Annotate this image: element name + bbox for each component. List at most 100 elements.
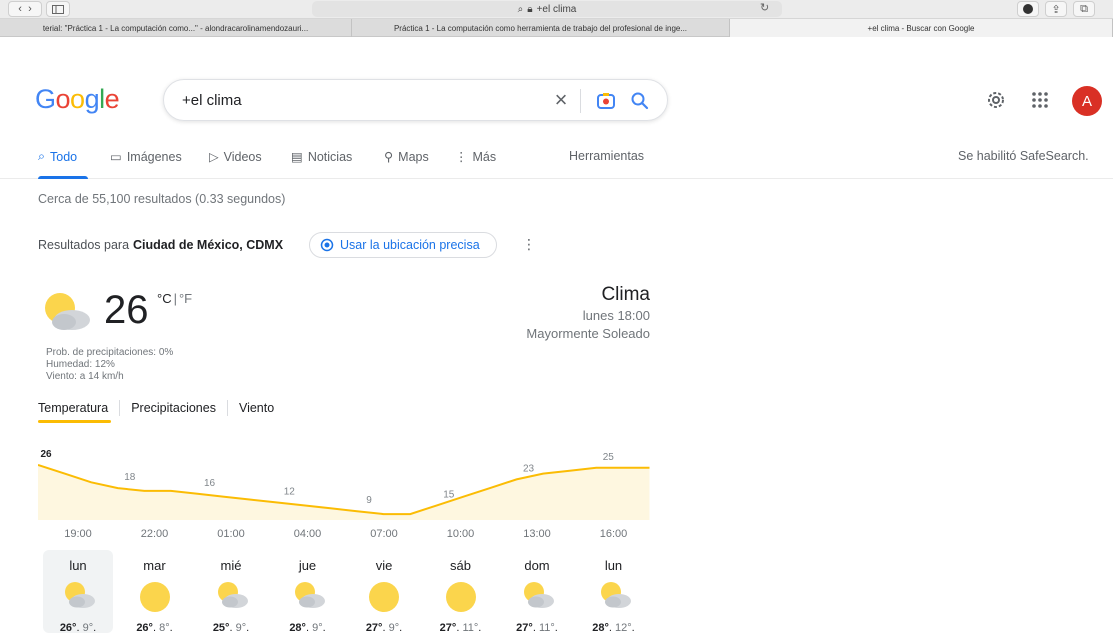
partly-cloudy-icon (214, 580, 248, 615)
map-pin-icon: ⚲ (384, 150, 394, 164)
weather-details: Prob. de precipitaciones: 0% Humedad: 12… (46, 347, 173, 383)
reload-icon[interactable]: ↻ (760, 1, 769, 14)
chevron-left-icon[interactable]: ‹ (18, 3, 22, 15)
tab-clima[interactable]: +el clima - Buscar con Google (730, 19, 1113, 37)
tab-practica-feedback[interactable]: terial: "Práctica 1 - La computación com… (0, 19, 352, 37)
low-temp: 12° (615, 622, 632, 634)
google-logo[interactable]: Google (35, 84, 120, 115)
forecast-day[interactable]: sáb 27°. 11°. (426, 550, 496, 634)
partly-cloudy-icon (597, 580, 631, 615)
day-temps: 27°. 9°. (365, 622, 403, 634)
fahrenheit-toggle[interactable]: °F (179, 291, 192, 306)
temperature-label: 23 (523, 463, 535, 474)
partly-cloudy-icon (520, 580, 554, 615)
tabs-icon: ⧉ (1080, 2, 1088, 15)
high-temp: 28° (289, 622, 306, 634)
low-temp: 9° (312, 622, 323, 634)
search-divider (580, 89, 581, 113)
apps-grid-icon[interactable] (1031, 91, 1049, 109)
low-temp: 11° (462, 622, 479, 634)
forecast-day[interactable]: jue 28°. 9°. (273, 550, 343, 634)
camera-icon[interactable] (596, 91, 616, 111)
day-name: jue (298, 558, 317, 573)
lock-icon: 🔒︎ (527, 3, 533, 15)
tabs-overview-button[interactable]: ⧉ (1073, 1, 1095, 17)
avatar[interactable]: A (1072, 86, 1102, 116)
celsius-toggle[interactable]: °C (157, 291, 172, 306)
weather-condition: Mayormente Soleado (526, 326, 650, 341)
chevron-right-icon[interactable]: › (28, 3, 32, 15)
humidity: Humedad: 12% (46, 359, 115, 370)
temperature-label: 16 (204, 478, 216, 489)
high-temp: 28° (592, 622, 609, 634)
sidebar-icon (52, 4, 64, 14)
sidebar-button[interactable] (46, 1, 70, 17)
tab-mas[interactable]: ⋮ Más (455, 149, 496, 165)
search-input[interactable]: +el clima (182, 92, 242, 109)
high-temp: 26° (136, 622, 153, 634)
hour-tick: 04:00 (293, 528, 322, 540)
day-temps: 28°. 9°. (289, 622, 326, 634)
sunny-icon (367, 580, 401, 619)
low-temp: 11° (538, 622, 555, 634)
tab-viento[interactable]: Viento (226, 400, 285, 416)
forecast-day[interactable]: lun 26°. 9°. (43, 550, 113, 634)
weather-time: lunes 18:00 (582, 308, 650, 323)
hour-tick: 16:00 (599, 528, 628, 540)
tab-practica[interactable]: Práctica 1 - La computación como herrami… (352, 19, 730, 37)
address-bar[interactable]: ⌕ 🔒︎ +el clima (312, 1, 782, 17)
tab-noticias[interactable]: ▤ Noticias (291, 149, 352, 165)
daily-forecast: lun 26°. 9°. mar 26°. 8°. mié 25°. 9°. jue 28°.… (38, 550, 650, 634)
sunny-icon (444, 580, 478, 619)
tab-imagenes[interactable]: ▭ Imágenes (110, 149, 182, 165)
more-vert-icon: ⋮ (455, 150, 468, 164)
precise-location-button[interactable]: Usar la ubicación precisa (309, 232, 497, 258)
forecast-day[interactable]: vie 27°. 9°. (349, 550, 419, 634)
tab-maps[interactable]: ⚲ Maps (384, 149, 429, 165)
search-icon: ⌕ (517, 3, 524, 15)
forecast-day[interactable]: mié 25°. 9°. (196, 550, 266, 634)
share-icon: ⇪ (1051, 3, 1061, 16)
hour-tick: 22:00 (140, 528, 169, 540)
partly-cloudy-icon (291, 580, 325, 615)
hour-tick: 10:00 (446, 528, 475, 540)
forecast-day[interactable]: lun 28°. 12°. (579, 550, 649, 634)
tab-bar: terial: "Práctica 1 - La computación com… (0, 19, 1113, 37)
location-line: Resultados para Ciudad de México, CDMX (38, 238, 284, 252)
temperature-label: 25 (603, 452, 615, 463)
day-name: dom (524, 558, 550, 573)
downloads-button[interactable] (1017, 1, 1039, 17)
forecast-day[interactable]: dom 27°. 11°. (502, 550, 572, 634)
location-name: Ciudad de México, CDMX (133, 238, 284, 252)
high-temp: 27° (516, 622, 533, 634)
search-box[interactable]: +el clima × (163, 79, 668, 121)
wind: Viento: a 14 km/h (46, 371, 124, 382)
low-temp: 9° (388, 622, 400, 634)
high-temp: 25° (212, 622, 230, 634)
gear-icon[interactable] (985, 89, 1007, 111)
high-temp: 27° (439, 622, 457, 634)
tab-todo[interactable]: ⌕ Todo (38, 149, 77, 164)
tab-precipitaciones[interactable]: Precipitaciones (119, 400, 227, 416)
weather-title: Clima (601, 284, 650, 305)
image-icon: ▭ (110, 150, 122, 164)
tab-videos[interactable]: ▷ Videos (209, 149, 262, 165)
share-button[interactable]: ⇪ (1045, 1, 1067, 17)
forecast-day[interactable]: mar 26°. 8°. (120, 550, 190, 634)
day-name: lun (604, 558, 623, 573)
search-icon[interactable] (630, 91, 650, 111)
tools-button[interactable]: Herramientas (569, 149, 644, 163)
temperature-label: 18 (124, 472, 136, 483)
day-name: mié (220, 558, 242, 573)
more-options-icon[interactable]: ⋮ (522, 236, 536, 253)
browser-toolbar: ‹ › ⌕ 🔒︎ +el clima ↻ ⇪ ⧉ (0, 0, 1113, 19)
unit-switch: °C | °F (157, 291, 193, 306)
safesearch-notice[interactable]: Se habilitó SafeSearch. (958, 149, 1089, 163)
day-name: vie (375, 558, 393, 573)
high-temp: 26° (59, 622, 77, 634)
tab-temperatura[interactable]: Temperatura (38, 400, 119, 416)
back-forward-buttons[interactable]: ‹ › (8, 1, 42, 17)
active-tab-indicator (38, 176, 88, 179)
hour-axis: 19:00 22:00 01:00 04:00 07:00 10:00 13:00 16:00 (38, 528, 650, 544)
clear-icon[interactable]: × (550, 89, 572, 111)
